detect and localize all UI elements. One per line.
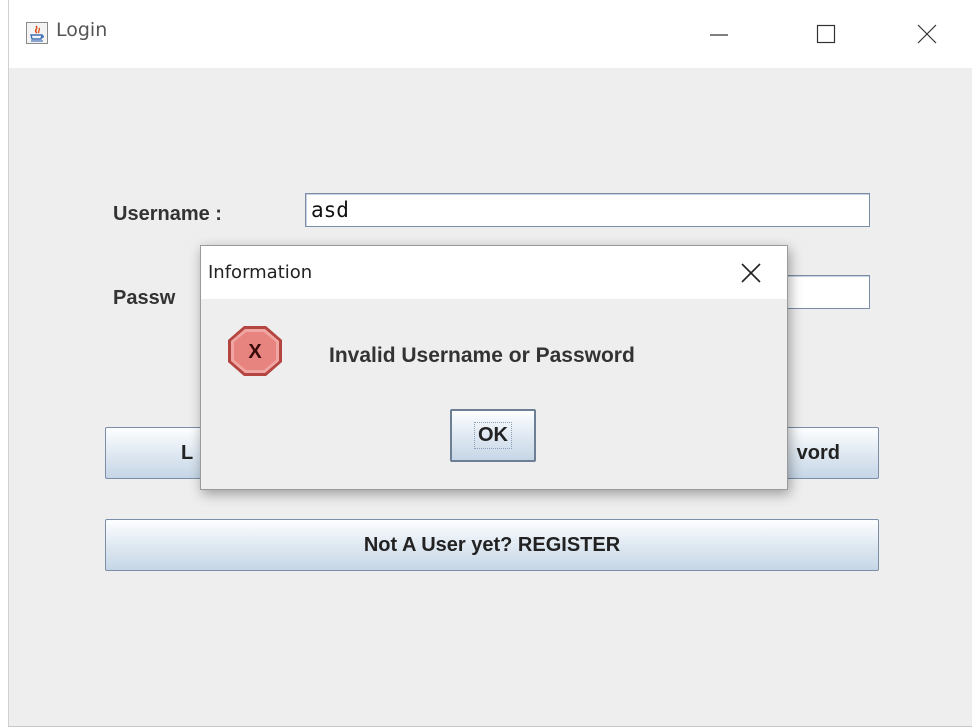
username-field[interactable]: asd <box>305 193 870 227</box>
minimize-button[interactable] <box>699 14 739 54</box>
username-label: Username : <box>113 203 222 225</box>
svg-text:X: X <box>248 341 262 363</box>
minimize-icon <box>710 34 728 36</box>
ok-button[interactable]: OK <box>450 409 536 462</box>
password-label: Passw <box>113 287 176 309</box>
error-icon: X <box>225 323 285 379</box>
login-button-label: L <box>181 441 194 464</box>
maximize-icon <box>816 24 836 44</box>
close-button[interactable] <box>907 14 947 54</box>
window-title: Login <box>56 19 108 41</box>
error-message: Invalid Username or Password <box>329 344 635 367</box>
title-bar[interactable]: Login <box>9 0 972 68</box>
close-icon <box>917 24 937 44</box>
ok-button-label: OK <box>474 422 512 449</box>
register-button-label: Not A User yet? REGISTER <box>363 533 621 556</box>
dialog-close-button[interactable] <box>733 256 769 290</box>
maximize-button[interactable] <box>806 14 846 54</box>
dialog-title: Information <box>208 262 313 283</box>
close-icon <box>741 263 761 283</box>
dialog-title-bar[interactable]: Information <box>201 246 787 299</box>
forgot-password-button-label: vord <box>796 441 840 464</box>
java-app-icon <box>26 22 48 44</box>
register-button[interactable]: Not A User yet? REGISTER <box>105 519 879 571</box>
information-dialog: Information X Invalid Username or Passwo… <box>200 245 788 490</box>
